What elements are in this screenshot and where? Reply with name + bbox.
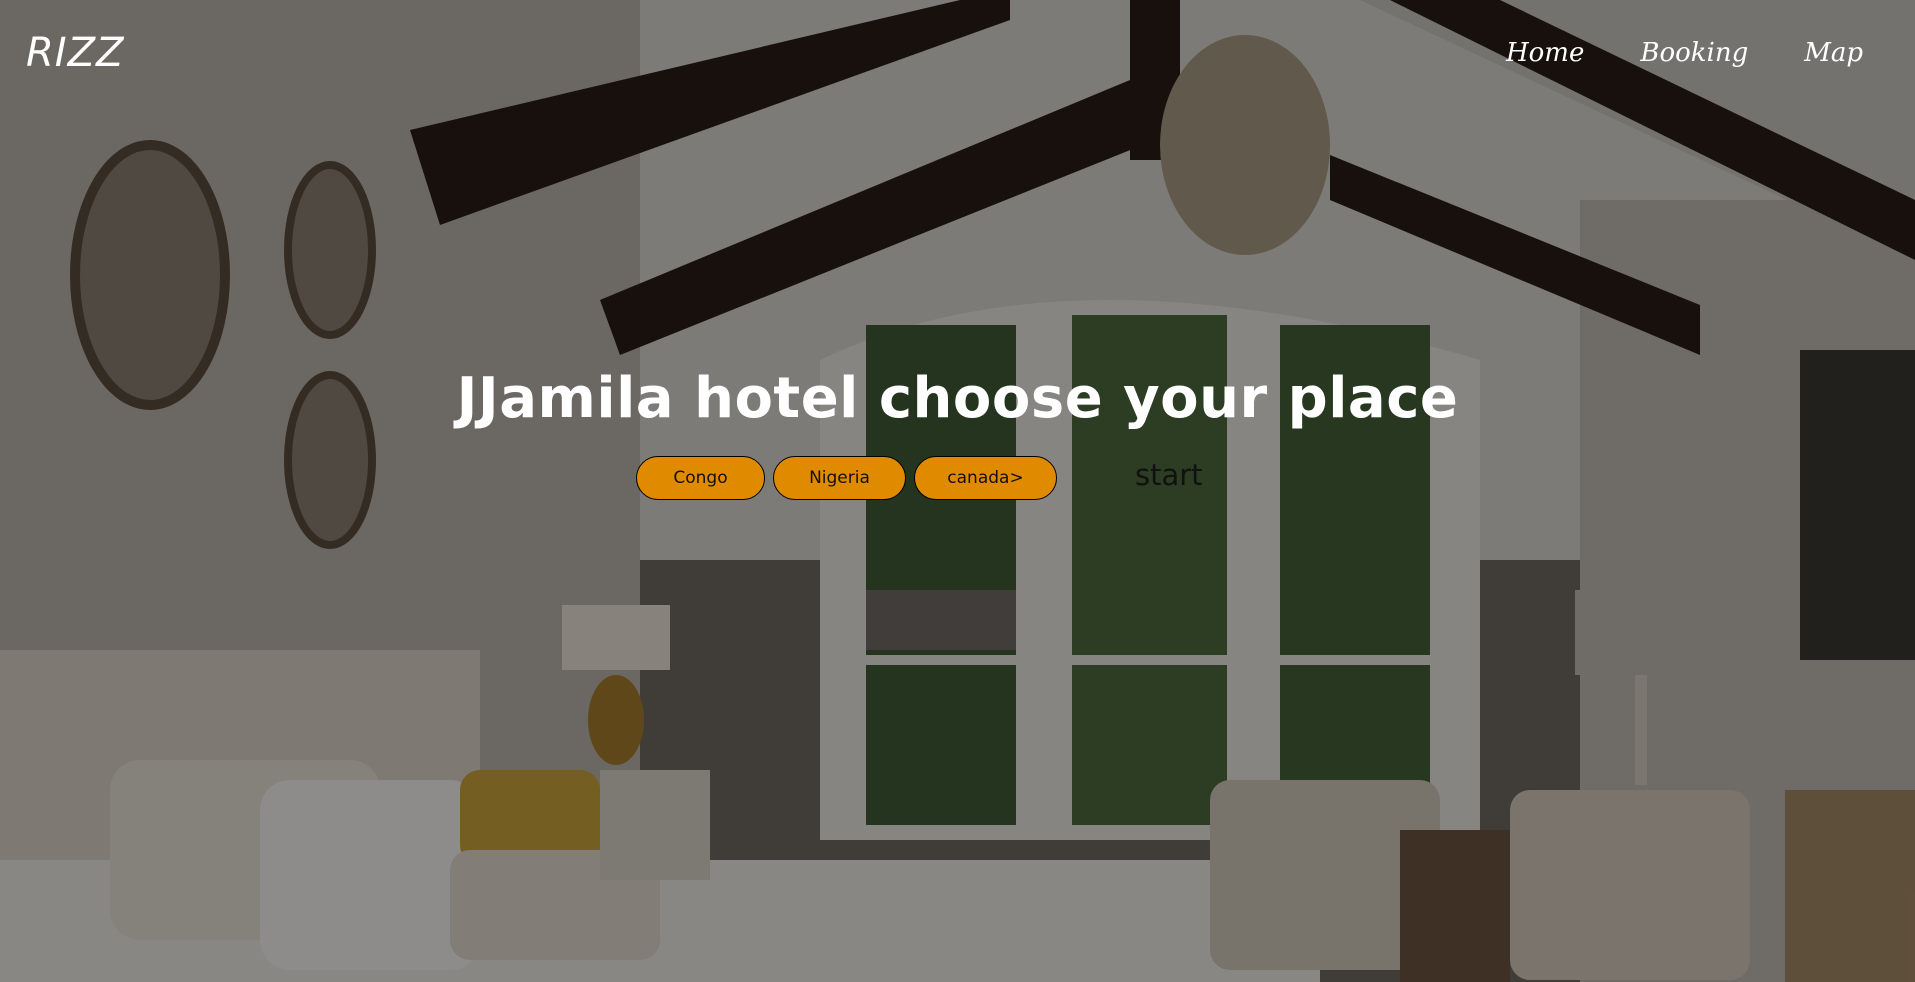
congo-button[interactable]: Congo	[636, 456, 765, 500]
canada-button[interactable]: canada>	[914, 456, 1057, 500]
nav-home-link[interactable]: Home	[1506, 38, 1584, 68]
nav-links: Home Booking Map	[1506, 38, 1863, 68]
hero-section: RIZZ Home Booking Map JJamila hotel choo…	[0, 0, 1915, 982]
country-button-group: Congo Nigeria canada>	[636, 456, 1065, 500]
hero-headline: JJamila hotel choose your place	[456, 366, 1459, 431]
brand-logo[interactable]: RIZZ	[26, 30, 124, 76]
nav-booking-link[interactable]: Booking	[1640, 38, 1748, 68]
nav-map-link[interactable]: Map	[1804, 38, 1863, 68]
nigeria-button[interactable]: Nigeria	[773, 456, 906, 500]
start-link[interactable]: start	[1135, 458, 1203, 492]
top-navbar: RIZZ Home Booking Map	[0, 0, 1915, 112]
